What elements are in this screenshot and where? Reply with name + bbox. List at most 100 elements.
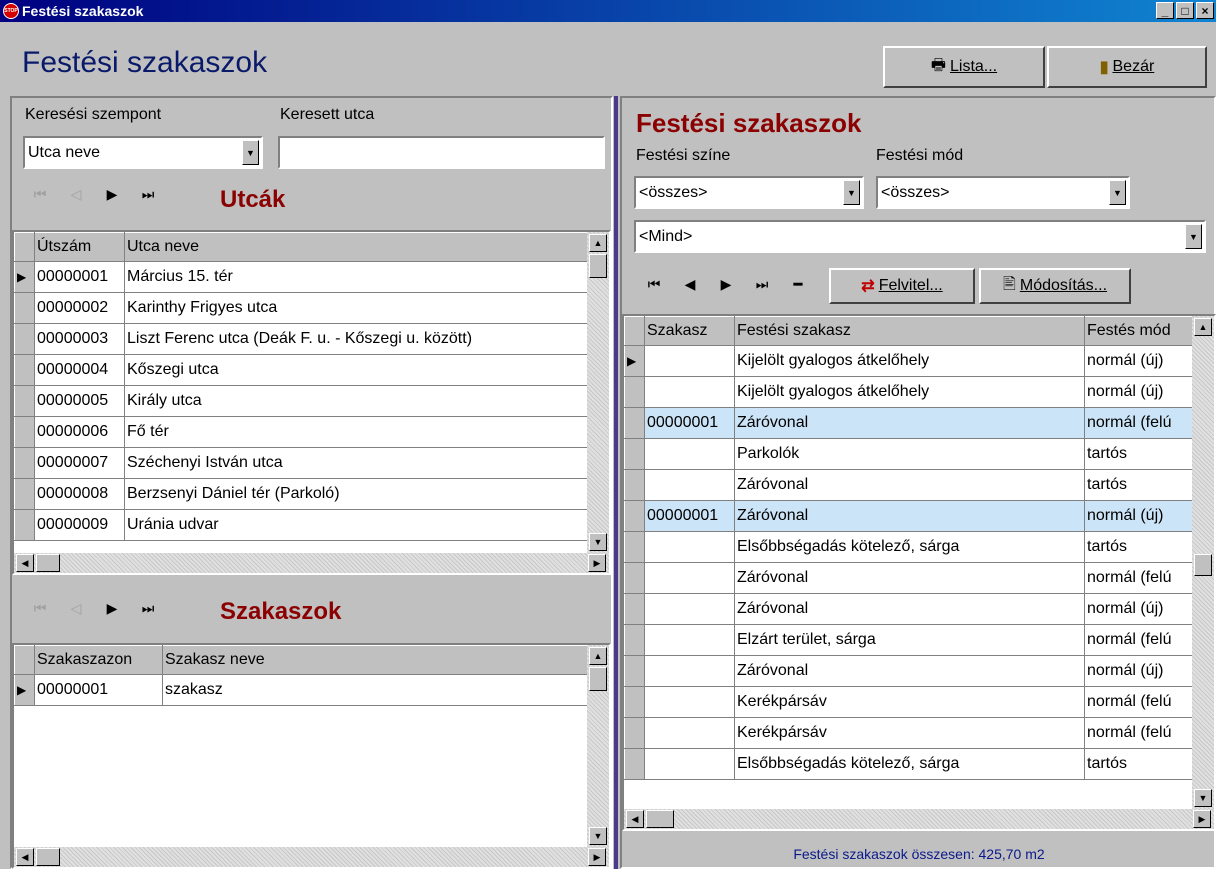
table-row[interactable]: Elsőbbségadás kötelező, sárga tartós bbox=[624, 531, 1195, 563]
indicator-header bbox=[624, 316, 645, 346]
scroll-thumb[interactable] bbox=[589, 254, 607, 278]
column-header-festes-mod[interactable]: Festés mód bbox=[1084, 316, 1195, 346]
table-row[interactable]: 00000007 Széchenyi István utca bbox=[14, 447, 588, 479]
scroll-thumb[interactable] bbox=[36, 554, 60, 572]
sections-hscrollbar[interactable]: ◀ ▶ bbox=[14, 847, 609, 867]
cell-szakasz bbox=[644, 717, 735, 749]
first-record-icon[interactable]: ⏮ bbox=[22, 186, 58, 203]
first-record-icon[interactable]: ⏮ bbox=[22, 600, 58, 617]
table-row[interactable]: 00000009 Uránia udvar bbox=[14, 509, 588, 541]
chevron-down-icon[interactable]: ▼ bbox=[843, 180, 860, 205]
column-header-szakasz[interactable]: Szakasz bbox=[644, 316, 735, 346]
chevron-down-icon[interactable]: ▼ bbox=[242, 140, 259, 165]
column-header-utca-neve[interactable]: Utca neve bbox=[124, 232, 588, 262]
modositas-button[interactable]: 🖹 Módosítás... bbox=[979, 268, 1131, 304]
table-row[interactable]: 00000003 Liszt Ferenc utca (Deák F. u. - … bbox=[14, 323, 588, 355]
paintings-grid[interactable]: Szakasz Festési szakasz Festés mód ▶ Kije… bbox=[622, 314, 1216, 831]
add-record-icon: ⇄ bbox=[861, 278, 875, 295]
table-row[interactable]: Záróvonal normál (felú bbox=[624, 562, 1195, 594]
table-row[interactable]: 00000006 Fő tér bbox=[14, 416, 588, 448]
scroll-thumb[interactable] bbox=[589, 667, 607, 691]
streets-hscrollbar[interactable]: ◀ ▶ bbox=[14, 553, 609, 573]
table-row[interactable]: ▶ 00000001 Március 15. tér bbox=[14, 261, 588, 293]
printer-icon: 🖶 bbox=[930, 56, 946, 74]
delete-record-icon[interactable]: ━ bbox=[780, 276, 816, 293]
prev-record-icon[interactable]: ◀ bbox=[672, 276, 708, 293]
streets-title: Utcák bbox=[220, 186, 286, 213]
maximize-button[interactable]: □ bbox=[1176, 2, 1194, 19]
cell-szakasz bbox=[644, 748, 735, 780]
table-row[interactable]: 00000004 Kőszegi utca bbox=[14, 354, 588, 386]
table-row[interactable]: Parkolók tartós bbox=[624, 438, 1195, 470]
close-button[interactable]: × bbox=[1196, 2, 1214, 19]
search-criterion-select[interactable]: Utca neve ▼ bbox=[23, 136, 263, 169]
scroll-thumb[interactable] bbox=[1194, 554, 1212, 576]
edit-record-icon: 🖹 bbox=[1002, 275, 1016, 293]
column-header-szakaszazon[interactable]: Szakaszazon bbox=[34, 645, 163, 675]
prev-record-icon[interactable]: ◁ bbox=[58, 600, 94, 617]
bezar-button[interactable]: ▮ Bezár bbox=[1047, 46, 1207, 88]
streets-vscrollbar[interactable]: ▲ ▼ bbox=[587, 232, 609, 553]
lista-button[interactable]: 🖶 Lista... bbox=[883, 46, 1045, 88]
paintings-hscrollbar[interactable]: ◀ ▶ bbox=[624, 809, 1214, 829]
searched-street-input[interactable] bbox=[278, 136, 605, 169]
last-record-icon[interactable]: ⏭ bbox=[130, 186, 166, 203]
scroll-down-icon[interactable]: ▼ bbox=[589, 827, 607, 845]
scroll-left-icon[interactable]: ◀ bbox=[626, 810, 644, 828]
chevron-down-icon[interactable]: ▼ bbox=[1185, 224, 1202, 249]
chevron-down-icon[interactable]: ▼ bbox=[1109, 180, 1126, 205]
mode-select[interactable]: <összes> ▼ bbox=[876, 176, 1130, 209]
paintings-vscrollbar[interactable]: ▲ ▼ bbox=[1192, 316, 1214, 809]
cell-mode: normál (új) bbox=[1084, 376, 1195, 408]
prev-record-icon[interactable]: ◁ bbox=[58, 186, 94, 203]
sections-vscrollbar[interactable]: ▲ ▼ bbox=[587, 645, 609, 847]
scroll-right-icon[interactable]: ▶ bbox=[588, 848, 606, 866]
first-record-icon[interactable]: ⏮ bbox=[636, 276, 672, 293]
table-row[interactable]: 00000005 Király utca bbox=[14, 385, 588, 417]
table-row[interactable]: Kijelölt gyalogos átkelőhely normál (új) bbox=[624, 376, 1195, 408]
table-row[interactable]: Elzárt terület, sárga normál (felú bbox=[624, 624, 1195, 656]
scroll-thumb[interactable] bbox=[646, 810, 674, 828]
scroll-up-icon[interactable]: ▲ bbox=[589, 234, 607, 252]
color-select[interactable]: <összes> ▼ bbox=[634, 176, 864, 209]
next-record-icon[interactable]: ▶ bbox=[708, 276, 744, 293]
scroll-down-icon[interactable]: ▼ bbox=[1194, 789, 1212, 807]
felvitel-button[interactable]: ⇄ Felvitel... bbox=[829, 268, 975, 304]
scroll-up-icon[interactable]: ▲ bbox=[589, 647, 607, 665]
table-row[interactable]: 00000008 Berzsenyi Dániel tér (Parkoló) bbox=[14, 478, 588, 510]
scroll-up-icon[interactable]: ▲ bbox=[1194, 318, 1212, 336]
column-header-festesi-szakasz[interactable]: Festési szakasz bbox=[734, 316, 1085, 346]
last-record-icon[interactable]: ⏭ bbox=[744, 276, 780, 293]
splitter[interactable] bbox=[614, 96, 618, 869]
table-row[interactable]: Záróvonal tartós bbox=[624, 469, 1195, 501]
cell-mode: normál (felú bbox=[1084, 686, 1195, 718]
last-record-icon[interactable]: ⏭ bbox=[130, 600, 166, 617]
scroll-left-icon[interactable]: ◀ bbox=[16, 554, 34, 572]
scroll-left-icon[interactable]: ◀ bbox=[16, 848, 34, 866]
next-record-icon[interactable]: ▶ bbox=[94, 186, 130, 203]
cell-szakasz bbox=[644, 469, 735, 501]
column-header-szakasz-neve[interactable]: Szakasz neve bbox=[162, 645, 588, 675]
scroll-thumb[interactable] bbox=[36, 848, 60, 866]
table-row[interactable]: 00000002 Karinthy Frigyes utca bbox=[14, 292, 588, 324]
table-row[interactable]: ▶ 00000001 szakasz bbox=[14, 674, 588, 706]
table-row[interactable]: Kerékpársáv normál (felú bbox=[624, 717, 1195, 749]
all-select[interactable]: <Mind> ▼ bbox=[634, 220, 1206, 253]
table-row[interactable]: 00000001 Záróvonal normál (új) bbox=[624, 500, 1195, 532]
sections-grid[interactable]: Szakaszazon Szakasz neve ▶ 00000001 szakas… bbox=[12, 643, 611, 869]
table-row[interactable]: Záróvonal normál (új) bbox=[624, 655, 1195, 687]
minimize-button[interactable]: _ bbox=[1156, 2, 1174, 19]
table-row[interactable]: Záróvonal normál (új) bbox=[624, 593, 1195, 625]
title-bar: STOP Festési szakaszok _ □ × bbox=[0, 0, 1216, 22]
streets-grid[interactable]: Útszám Utca neve ▶ 00000001 Március 15. té… bbox=[12, 230, 611, 575]
scroll-right-icon[interactable]: ▶ bbox=[1193, 810, 1211, 828]
scroll-right-icon[interactable]: ▶ bbox=[588, 554, 606, 572]
column-header-utszam[interactable]: Útszám bbox=[34, 232, 125, 262]
table-row[interactable]: Elsőbbségadás kötelező, sárga tartós bbox=[624, 748, 1195, 780]
table-row[interactable]: 00000001 Záróvonal normál (felú bbox=[624, 407, 1195, 439]
table-row[interactable]: Kerékpársáv normál (felú bbox=[624, 686, 1195, 718]
scroll-down-icon[interactable]: ▼ bbox=[589, 533, 607, 551]
next-record-icon[interactable]: ▶ bbox=[94, 600, 130, 617]
cell-mode: normál (új) bbox=[1084, 655, 1195, 687]
table-row[interactable]: ▶ Kijelölt gyalogos átkelőhely normál (új) bbox=[624, 345, 1195, 377]
